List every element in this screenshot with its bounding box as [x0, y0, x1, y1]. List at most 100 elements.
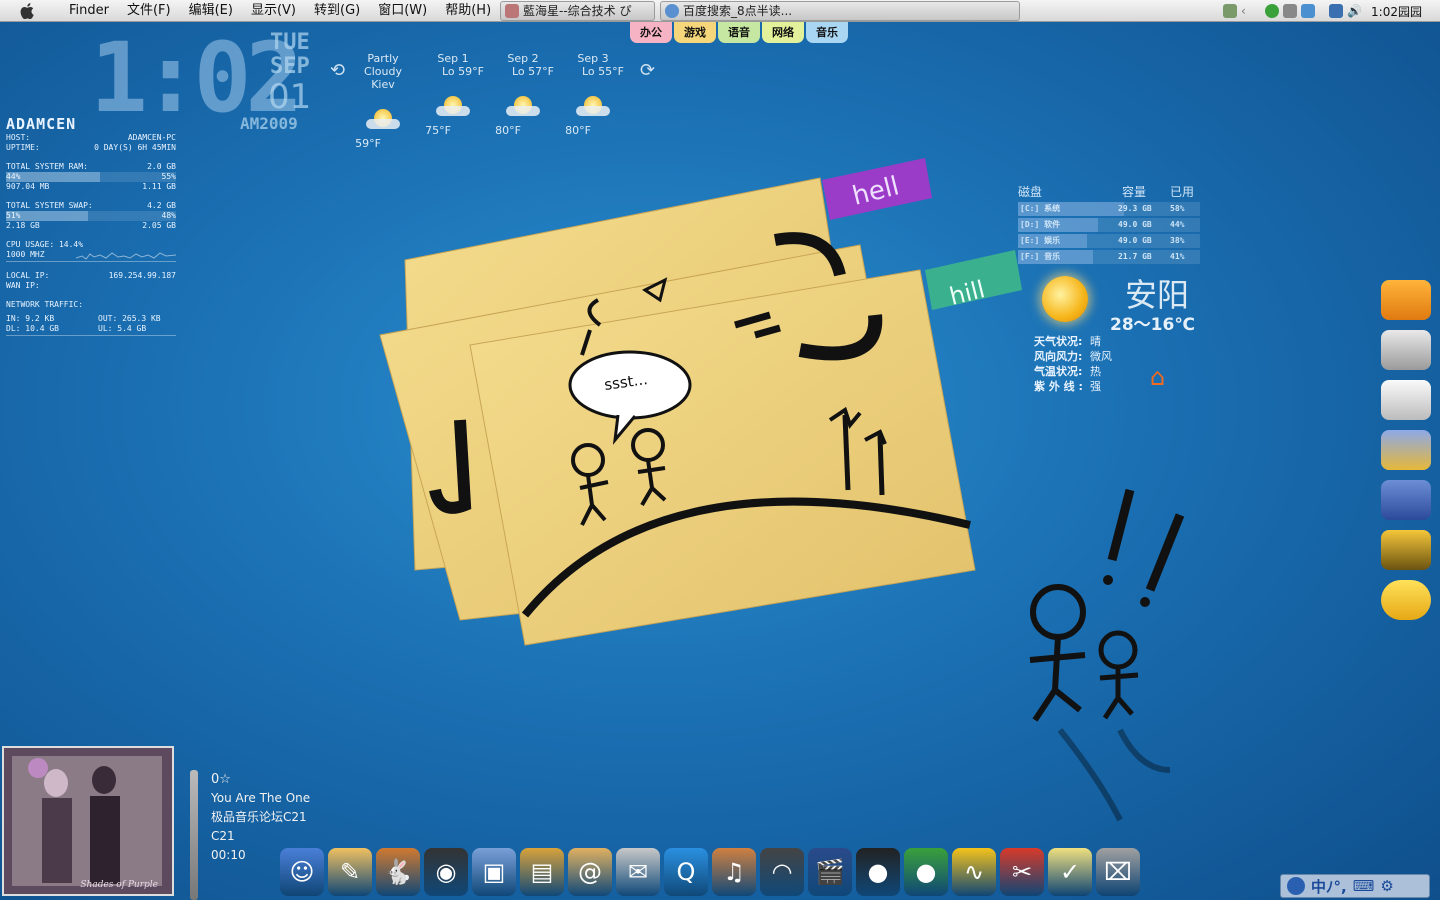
weather-day-sub: Lo 59°F: [442, 65, 484, 78]
partly-cloudy-icon: [576, 96, 610, 118]
tab-2[interactable]: 语音: [718, 22, 760, 43]
disk-size: 49.0 GB: [1118, 220, 1152, 229]
ime-logo-icon[interactable]: [1287, 877, 1305, 895]
menu-go[interactable]: 转到(G): [305, 0, 369, 22]
weather-day-head: Sep 2: [507, 52, 539, 65]
home-icon[interactable]: ⌂: [1150, 363, 1165, 391]
movie-icon[interactable]: 🎬: [808, 848, 852, 896]
bus-icon[interactable]: [1381, 330, 1431, 370]
taskbar-button-baidu[interactable]: 百度搜索_8点半读...: [660, 1, 1020, 21]
apple-icon[interactable]: [16, 0, 38, 22]
category-tabs: 办公 游戏 语音 网络 音乐: [630, 22, 848, 43]
disk-row[interactable]: [F:] 音乐 21.7 GB 41%: [1018, 250, 1200, 264]
disk-row[interactable]: [E:] 娱乐 49.0 GB 38%: [1018, 234, 1200, 248]
delivery-truck-icon[interactable]: [1381, 430, 1431, 470]
network-icon[interactable]: [1283, 4, 1298, 18]
browser-icon: [505, 4, 519, 18]
uptime-value: 0 DAY(S) 6H 45MIN: [94, 143, 176, 152]
weather-forecast-widget: ⟲ ⟳ Partly Cloudy Kiev 59°F Sep 1 Lo 59°…: [330, 52, 660, 150]
menu-edit[interactable]: 编辑(E): [180, 0, 242, 22]
volume-icon[interactable]: 🔊: [1347, 4, 1362, 18]
notes-icon[interactable]: ✎: [328, 848, 372, 896]
address-book-icon[interactable]: @: [568, 848, 612, 896]
cpu-graph: 1000 MHZ: [6, 250, 176, 262]
headphones-icon[interactable]: ◠: [760, 848, 804, 896]
photos-icon[interactable]: ▣: [472, 848, 516, 896]
trash-icon[interactable]: ⌧: [1096, 848, 1140, 896]
disk-row[interactable]: [C:] 系统 29.3 GB 58%: [1018, 202, 1200, 216]
dashboard-icon[interactable]: ◉: [424, 848, 468, 896]
menu-help[interactable]: 帮助(H): [436, 0, 500, 22]
ime-status: 中ﾉ°,: [1311, 877, 1347, 896]
disk-used: 41%: [1170, 252, 1185, 261]
task-label: 百度搜索_8点半读...: [683, 4, 793, 18]
update-icon[interactable]: [1301, 4, 1316, 18]
sticky-notes-wallpaper: hell hill ssst...: [379, 158, 1022, 646]
menu-window[interactable]: 窗口(W): [369, 0, 436, 22]
menu-file[interactable]: 文件(F): [118, 0, 180, 22]
quicktime-icon[interactable]: Q: [664, 848, 708, 896]
tray-clock[interactable]: 1:02园园: [1371, 3, 1422, 20]
mail-icon[interactable]: ✉: [616, 848, 660, 896]
song-rating[interactable]: 0☆: [211, 770, 310, 789]
keyboard-icon[interactable]: ⌨: [1353, 877, 1375, 895]
disk-used: 38%: [1170, 236, 1185, 245]
gear-icon[interactable]: ⚙: [1380, 877, 1393, 895]
tools-icon[interactable]: ✂: [1000, 848, 1044, 896]
disk-name: [E:] 娱乐: [1020, 236, 1061, 245]
app-dock: ☺ ✎ 🐇 ◉ ▣ ▤ @ ✉ Q ♫ ◠ 🎬 ● ● ∿ ✂ ✓ ⌧: [280, 838, 1140, 896]
cpu-label: CPU USAGE: 14.4%: [6, 240, 84, 249]
weather-key: 气温状况:: [1034, 365, 1083, 378]
notepad-icon[interactable]: ✓: [1048, 848, 1092, 896]
weather-next-icon[interactable]: ⟳: [640, 60, 655, 81]
song-title: You Are The One: [211, 791, 311, 805]
input-method-bar[interactable]: 中ﾉ°, ⌨ ⚙: [1280, 874, 1430, 898]
qq-penguin-icon[interactable]: ●: [856, 848, 900, 896]
disk-size: 49.0 GB: [1118, 236, 1152, 245]
tab-1[interactable]: 游戏: [674, 22, 716, 43]
yellow-car-icon[interactable]: [1381, 580, 1431, 620]
rabbit-icon[interactable]: 🐇: [376, 848, 420, 896]
weather-day-sub: Lo 55°F: [582, 65, 624, 78]
finder-icon[interactable]: ☺: [280, 848, 324, 896]
arrow-left-icon[interactable]: ‹: [1241, 4, 1261, 18]
song-source: 极品音乐论坛C21: [211, 810, 307, 824]
weather-day-temp: 59°F: [355, 137, 381, 150]
weather-prev-icon[interactable]: ⟲: [330, 60, 345, 81]
taskbar-button-lanhaixing[interactable]: 藍海星--综合技术 ぴ: [500, 1, 655, 21]
forklift-icon[interactable]: [1381, 530, 1431, 570]
guitar-icon[interactable]: ♫: [712, 848, 756, 896]
ram-bar: 44% 55%: [6, 172, 176, 182]
blue-truck-icon[interactable]: [1381, 480, 1431, 520]
volume-slider[interactable]: [190, 770, 198, 900]
antivirus-icon[interactable]: [1265, 4, 1280, 18]
cpu-sparkline: [76, 252, 176, 260]
net-graph: DL: 10.4 GB UL: 5.4 GB: [6, 324, 176, 336]
disk-row[interactable]: [D:] 软件 49.0 GB 44%: [1018, 218, 1200, 232]
tab-3[interactable]: 网络: [762, 22, 804, 43]
net-in: IN: 9.2 KB: [6, 314, 55, 323]
sun-icon: [1042, 276, 1088, 322]
menu-view[interactable]: 显示(V): [242, 0, 305, 22]
album-cover[interactable]: Shades of Purple: [2, 746, 174, 896]
weather-value: 热: [1090, 365, 1101, 378]
book-icon[interactable]: ▤: [520, 848, 564, 896]
keyboard-icon[interactable]: [1223, 4, 1238, 18]
display-icon[interactable]: [1329, 4, 1344, 18]
partly-cloudy-icon: [436, 96, 470, 118]
weather-value: 晴: [1090, 335, 1101, 348]
weather-day: Sep 3 Lo 55°F 80°F: [558, 52, 628, 137]
ram-label: TOTAL SYSTEM RAM:: [6, 162, 88, 171]
menu-finder[interactable]: Finder: [60, 0, 118, 22]
swap-value: 4.2 GB: [147, 201, 176, 210]
net-out: OUT: 265.3 KB: [98, 314, 161, 323]
orange-van-icon[interactable]: [1381, 280, 1431, 320]
truck-icon[interactable]: [1381, 380, 1431, 420]
tab-4[interactable]: 音乐: [806, 22, 848, 43]
tab-0[interactable]: 办公: [630, 22, 672, 43]
weather-day-head: Sep 1: [437, 52, 469, 65]
duck-icon[interactable]: ●: [904, 848, 948, 896]
net-dl: DL: 10.4 GB: [6, 324, 59, 333]
cpu-freq: 1000 MHZ: [6, 250, 45, 259]
activity-icon[interactable]: ∿: [952, 848, 996, 896]
